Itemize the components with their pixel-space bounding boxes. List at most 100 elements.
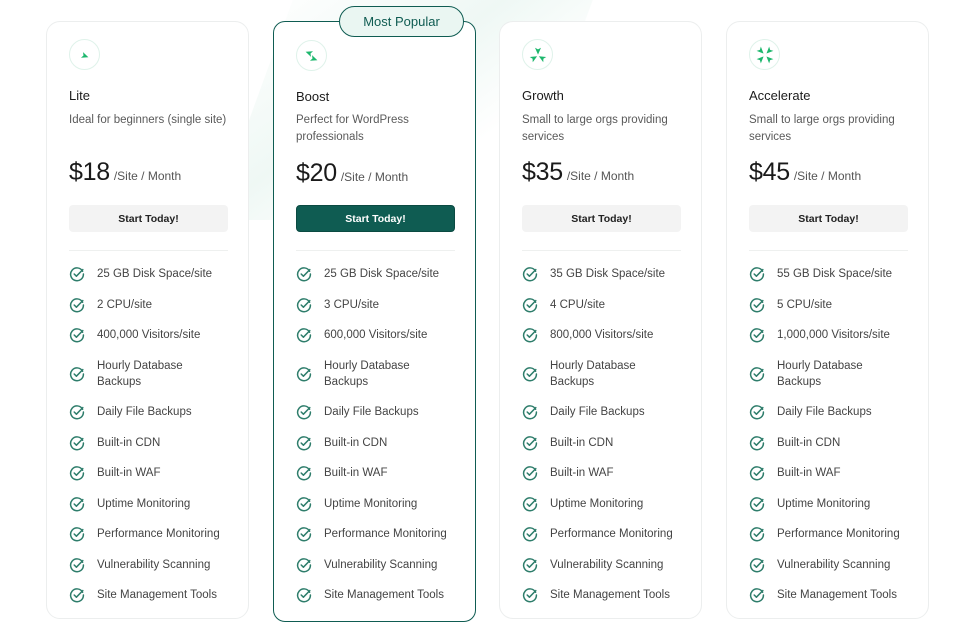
feature-item: Built-in CDN	[749, 435, 840, 452]
feature-label: Site Management Tools	[324, 587, 444, 604]
feature-label: 3 CPU/site	[324, 297, 379, 314]
feature-item: Site Management Tools	[296, 587, 444, 604]
start-today-button[interactable]: Start Today!	[69, 205, 228, 232]
check-circle-icon	[69, 327, 85, 343]
feature-label: Built-in CDN	[97, 435, 160, 452]
divider	[69, 250, 228, 251]
feature-item: 4 CPU/site	[522, 297, 605, 314]
plan-name: Accelerate	[749, 88, 810, 103]
feature-label: Site Management Tools	[97, 587, 217, 604]
feature-label: Built-in CDN	[324, 435, 387, 452]
feature-label: Hourly Database Backups	[324, 358, 446, 391]
feature-item: Built-in CDN	[296, 435, 387, 452]
price-period: /Site / Month	[567, 169, 634, 183]
feature-label: 800,000 Visitors/site	[550, 327, 653, 344]
check-circle-icon	[296, 404, 312, 420]
check-circle-icon	[522, 297, 538, 313]
check-circle-icon	[522, 557, 538, 573]
feature-item: 3 CPU/site	[296, 297, 379, 314]
check-circle-icon	[522, 435, 538, 451]
plan-price: $35/Site / Month	[522, 158, 634, 187]
plan-name: Lite	[69, 88, 90, 103]
feature-item: Hourly Database Backups	[749, 358, 899, 391]
price-period: /Site / Month	[341, 170, 408, 184]
feature-item: Site Management Tools	[522, 587, 670, 604]
plan-icon-badge	[749, 39, 780, 70]
feature-item: 1,000,000 Visitors/site	[749, 327, 890, 344]
check-circle-icon	[749, 327, 765, 343]
check-circle-icon	[522, 465, 538, 481]
plan-price: $20/Site / Month	[296, 159, 408, 188]
price-amount: $18	[69, 158, 110, 187]
feature-label: Vulnerability Scanning	[324, 557, 437, 574]
feature-item: Uptime Monitoring	[69, 496, 190, 513]
feature-item: Built-in WAF	[749, 465, 840, 482]
feature-label: Performance Monitoring	[550, 526, 673, 543]
feature-item: 25 GB Disk Space/site	[69, 266, 212, 283]
check-circle-icon	[296, 266, 312, 282]
divider	[296, 250, 455, 251]
feature-item: Performance Monitoring	[749, 526, 900, 543]
feature-item: Daily File Backups	[296, 404, 419, 421]
feature-item: Site Management Tools	[749, 587, 897, 604]
start-today-button[interactable]: Start Today!	[296, 205, 455, 232]
feature-item: Vulnerability Scanning	[69, 557, 210, 574]
feature-item: Daily File Backups	[749, 404, 872, 421]
plan-price: $45/Site / Month	[749, 158, 861, 187]
feature-item: Hourly Database Backups	[522, 358, 672, 391]
feature-item: Hourly Database Backups	[69, 358, 219, 391]
feature-item: 5 CPU/site	[749, 297, 832, 314]
check-circle-icon	[749, 435, 765, 451]
feature-item: Daily File Backups	[69, 404, 192, 421]
feature-label: Performance Monitoring	[777, 526, 900, 543]
check-circle-icon	[296, 526, 312, 542]
plan-name: Growth	[522, 88, 564, 103]
feature-item: 2 CPU/site	[69, 297, 152, 314]
feature-item: Built-in WAF	[69, 465, 160, 482]
check-circle-icon	[749, 526, 765, 542]
feature-item: Vulnerability Scanning	[749, 557, 890, 574]
check-circle-icon	[69, 297, 85, 313]
feature-item: Built-in WAF	[296, 465, 387, 482]
feature-label: Built-in WAF	[324, 465, 387, 482]
feature-label: 5 CPU/site	[777, 297, 832, 314]
feature-label: Uptime Monitoring	[550, 496, 643, 513]
plan-description: Small to large orgs providing services	[749, 112, 919, 145]
check-circle-icon	[522, 496, 538, 512]
feature-label: 4 CPU/site	[550, 297, 605, 314]
divider	[749, 250, 908, 251]
feature-label: Uptime Monitoring	[97, 496, 190, 513]
check-circle-icon	[69, 435, 85, 451]
check-circle-icon	[69, 557, 85, 573]
feature-label: 25 GB Disk Space/site	[97, 266, 212, 283]
plan-description: Ideal for beginners (single site)	[69, 112, 239, 129]
feature-item: Uptime Monitoring	[522, 496, 643, 513]
check-circle-icon	[69, 266, 85, 282]
check-circle-icon	[749, 297, 765, 313]
feature-label: Daily File Backups	[550, 404, 645, 421]
check-circle-icon	[522, 404, 538, 420]
feature-label: Site Management Tools	[550, 587, 670, 604]
feature-label: Hourly Database Backups	[550, 358, 672, 391]
plan-icon-badge	[69, 39, 100, 70]
check-circle-icon	[296, 557, 312, 573]
feature-label: Daily File Backups	[97, 404, 192, 421]
feature-item: Hourly Database Backups	[296, 358, 446, 391]
feature-label: Hourly Database Backups	[777, 358, 899, 391]
start-today-button[interactable]: Start Today!	[749, 205, 908, 232]
check-circle-icon	[749, 465, 765, 481]
feature-label: 2 CPU/site	[97, 297, 152, 314]
feature-label: Site Management Tools	[777, 587, 897, 604]
check-circle-icon	[749, 496, 765, 512]
feature-label: Vulnerability Scanning	[777, 557, 890, 574]
check-circle-icon	[69, 587, 85, 603]
feature-item: Uptime Monitoring	[749, 496, 870, 513]
check-circle-icon	[749, 266, 765, 282]
feature-item: 800,000 Visitors/site	[522, 327, 653, 344]
check-circle-icon	[69, 366, 85, 382]
start-today-button[interactable]: Start Today!	[522, 205, 681, 232]
check-circle-icon	[522, 587, 538, 603]
feature-label: Performance Monitoring	[324, 526, 447, 543]
feature-item: 35 GB Disk Space/site	[522, 266, 665, 283]
feature-label: Daily File Backups	[777, 404, 872, 421]
